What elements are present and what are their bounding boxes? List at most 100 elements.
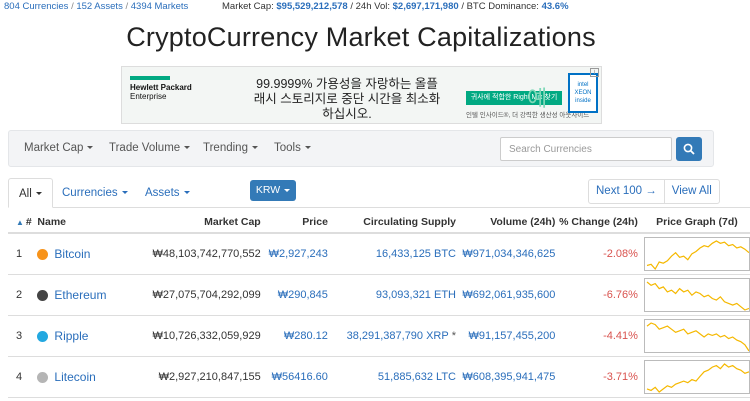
global-counts: 804 Currencies / 152 Assets / 4394 Marke… xyxy=(4,0,188,13)
sparkline-chart xyxy=(643,318,750,353)
name-cell: Ripple xyxy=(37,315,135,357)
table-header-row: ▲ # Name Market Cap Price Circulating Sup… xyxy=(8,211,750,234)
nav-trending-label: Trending xyxy=(203,142,248,154)
tab-currencies-label: Currencies xyxy=(62,187,118,199)
change-cell: -4.41% xyxy=(555,315,638,357)
ad-info-icon[interactable]: i xyxy=(590,68,599,77)
rank-cell: 3 xyxy=(8,315,38,357)
nav-trending[interactable]: Trending xyxy=(203,142,258,154)
separator: / xyxy=(71,1,74,12)
chevron-down-icon xyxy=(35,192,42,196)
change-cell: -6.76% xyxy=(555,274,638,316)
coin-name-link[interactable]: Ripple xyxy=(54,329,88,343)
intel-xeon-logo: intel XEON inside xyxy=(568,73,598,113)
tab-assets[interactable]: Assets xyxy=(145,178,190,208)
name-cell: Litecoin xyxy=(37,356,135,398)
nav-trade-volume[interactable]: Trade Volume xyxy=(109,142,191,154)
market-cap-label: Market Cap: xyxy=(222,1,274,12)
assets-count-link[interactable]: 152 Assets xyxy=(76,1,122,12)
header-rank[interactable]: ▲ # xyxy=(8,211,38,234)
search-icon xyxy=(683,143,695,155)
chevron-down-icon xyxy=(184,146,191,150)
page-title: CryptoCurrency Market Capitalizations xyxy=(126,22,596,52)
coin-name-link[interactable]: Bitcoin xyxy=(54,247,90,261)
header-market-cap[interactable]: Market Cap xyxy=(134,211,261,234)
search-button[interactable] xyxy=(676,137,702,161)
chevron-down-icon xyxy=(251,146,258,150)
price-link[interactable]: ₩2,927,243 xyxy=(260,233,328,275)
tab-all[interactable]: All xyxy=(8,178,53,208)
bitcoin-icon xyxy=(37,248,49,260)
chevron-down-icon xyxy=(121,191,128,195)
change-cell: -2.08% xyxy=(555,233,638,275)
hpe-logo: Hewlett Packard Enterprise xyxy=(130,76,192,101)
sparkline-cell[interactable] xyxy=(637,315,750,357)
supply-link[interactable]: 16,433,125 BTC xyxy=(327,233,456,275)
rank-cell: 2 xyxy=(8,274,38,316)
advertisement-banner[interactable]: Hewlett Packard Enterprise 99.9999% 가용성을… xyxy=(121,66,602,124)
volume-link[interactable]: ₩692,061,935,600 xyxy=(456,274,556,316)
dominance-value: 43.6% xyxy=(541,1,569,12)
market-cap-cell: ₩27,075,704,292,099 xyxy=(134,274,261,316)
tab-currencies[interactable]: Currencies xyxy=(62,178,128,208)
table-row: 3 Ripple ₩10,726,332,059,929 ₩280.12 38,… xyxy=(8,315,750,357)
volume-value: $2,697,171,980 xyxy=(392,1,459,12)
ad-cta-button[interactable]: 귀사에 적합한 Right Mix 찾기 xyxy=(466,91,562,105)
litecoin-icon xyxy=(37,371,49,383)
rank-cell: 4 xyxy=(8,356,38,398)
hpe-brand-line1: Hewlett Packard xyxy=(130,83,192,92)
volume-link[interactable]: ₩971,034,346,625 xyxy=(456,233,556,275)
nav-market-cap[interactable]: Market Cap xyxy=(24,142,94,154)
currency-select-button[interactable]: KRW xyxy=(250,180,296,201)
volume-link[interactable]: ₩91,157,455,200 xyxy=(456,315,556,357)
market-cap-value: $95,529,212,578 xyxy=(276,1,348,12)
hpe-logo-bar xyxy=(130,76,170,80)
view-all-button[interactable]: View All xyxy=(663,180,719,203)
header-rank-label: # xyxy=(25,215,32,228)
chevron-down-icon xyxy=(183,191,190,195)
sort-asc-icon: ▲ xyxy=(16,217,24,227)
chevron-down-icon xyxy=(284,188,291,192)
sparkline-cell[interactable] xyxy=(637,356,750,398)
nav-market-cap-label: Market Cap xyxy=(24,142,84,154)
header-name[interactable]: Name xyxy=(37,211,135,234)
header-volume[interactable]: Volume (24h) xyxy=(456,211,556,234)
coin-name-link[interactable]: Ethereum xyxy=(54,288,106,302)
nav-tools[interactable]: Tools xyxy=(274,142,311,154)
supply-link[interactable]: 38,291,387,790 XRP xyxy=(347,330,449,342)
separator: / xyxy=(125,1,129,12)
volume-link[interactable]: ₩608,395,941,475 xyxy=(456,356,556,398)
ripple-icon xyxy=(37,330,49,342)
next-100-button[interactable]: Next 100 → xyxy=(589,180,664,203)
volume-label: / 24h Vol: xyxy=(350,1,390,12)
rank-cell: 1 xyxy=(8,233,38,275)
header-change[interactable]: % Change (24h) xyxy=(555,211,638,234)
coin-name-link[interactable]: Litecoin xyxy=(54,370,95,384)
table-row: 4 Litecoin ₩2,927,210,847,155 ₩56416.60 … xyxy=(8,356,750,398)
sparkline-chart xyxy=(643,277,750,312)
search-input[interactable] xyxy=(500,137,672,161)
sparkline-cell[interactable] xyxy=(637,233,750,275)
price-link[interactable]: ₩290,845 xyxy=(260,274,328,316)
global-market-stats: Market Cap: $95,529,212,578 / 24h Vol: $… xyxy=(222,0,569,13)
price-link[interactable]: ₩280.12 xyxy=(260,315,328,357)
supply-link[interactable]: 51,885,632 LTC xyxy=(327,356,456,398)
market-cap-cell: ₩10,726,332,059,929 xyxy=(134,315,261,357)
tab-assets-label: Assets xyxy=(145,187,180,199)
currencies-count-link[interactable]: 804 Currencies xyxy=(4,1,68,12)
sparkline-cell[interactable] xyxy=(637,274,750,316)
sparkline-series xyxy=(646,240,749,270)
price-link[interactable]: ₩56416.60 xyxy=(260,356,328,398)
ethereum-icon xyxy=(37,289,49,301)
chevron-down-icon xyxy=(87,146,94,150)
header-supply[interactable]: Circulating Supply xyxy=(327,211,456,234)
table-row: 2 Ethereum ₩27,075,704,292,099 ₩290,845 … xyxy=(8,274,750,316)
header-price[interactable]: Price xyxy=(260,211,328,234)
markets-count-link[interactable]: 4394 Markets xyxy=(131,1,189,12)
supply-note-marker[interactable]: * xyxy=(452,330,456,342)
nav-tools-label: Tools xyxy=(274,142,301,154)
supply-link[interactable]: 93,093,321 ETH xyxy=(327,274,456,316)
ad-message: 99.9999% 가용성을 자랑하는 올플래시 스토리지로 중단 시간을 최소화… xyxy=(253,77,441,121)
supply-cell: 38,291,387,790 XRP * xyxy=(327,315,456,357)
sparkline-series xyxy=(646,362,749,393)
